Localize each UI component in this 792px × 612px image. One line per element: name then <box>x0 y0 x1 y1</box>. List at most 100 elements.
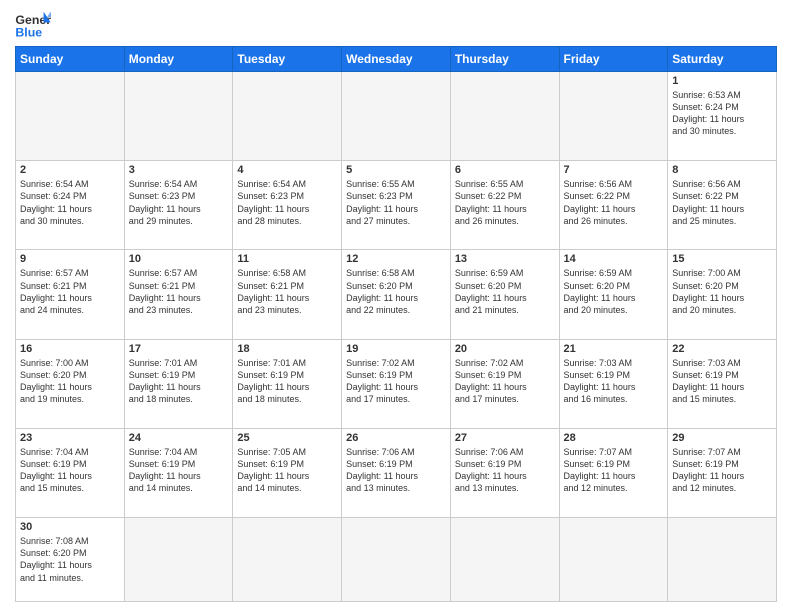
day-content: Sunrise: 6:58 AM Sunset: 6:20 PM Dayligh… <box>346 267 446 316</box>
calendar-cell: 22 Sunrise: 7:03 AM Sunset: 6:19 PM Dayli… <box>668 339 777 428</box>
calendar-day-header: Thursday <box>450 47 559 72</box>
day-number: 30 <box>20 521 120 533</box>
calendar-cell: 30 Sunrise: 7:08 AM Sunset: 6:20 PM Dayli… <box>16 518 125 602</box>
day-number: 12 <box>346 253 446 265</box>
day-number: 16 <box>20 343 120 355</box>
day-content: Sunrise: 7:04 AM Sunset: 6:19 PM Dayligh… <box>20 446 120 495</box>
calendar-week-row: 16 Sunrise: 7:00 AM Sunset: 6:20 PM Dayli… <box>16 339 777 428</box>
day-content: Sunrise: 6:54 AM Sunset: 6:23 PM Dayligh… <box>129 178 229 227</box>
day-content: Sunrise: 6:57 AM Sunset: 6:21 PM Dayligh… <box>20 267 120 316</box>
day-number: 29 <box>672 432 772 444</box>
calendar-cell <box>233 72 342 161</box>
calendar-week-row: 9Sunrise: 6:57 AM Sunset: 6:21 PM Daylig… <box>16 250 777 339</box>
calendar-cell: 20Sunrise: 7:02 AM Sunset: 6:19 PM Dayli… <box>450 339 559 428</box>
day-number: 8 <box>672 164 772 176</box>
day-number: 5 <box>346 164 446 176</box>
day-number: 23 <box>20 432 120 444</box>
calendar-table: SundayMondayTuesdayWednesdayThursdayFrid… <box>15 46 777 602</box>
calendar-cell: 6 Sunrise: 6:55 AM Sunset: 6:22 PM Daylig… <box>450 161 559 250</box>
day-content: Sunrise: 7:01 AM Sunset: 6:19 PM Dayligh… <box>129 357 229 406</box>
day-content: Sunrise: 7:07 AM Sunset: 6:19 PM Dayligh… <box>564 446 664 495</box>
day-content: Sunrise: 7:03 AM Sunset: 6:19 PM Dayligh… <box>564 357 664 406</box>
calendar-week-row: 23 Sunrise: 7:04 AM Sunset: 6:19 PM Dayli… <box>16 428 777 517</box>
calendar-cell: 29 Sunrise: 7:07 AM Sunset: 6:19 PM Dayli… <box>668 428 777 517</box>
day-content: Sunrise: 7:07 AM Sunset: 6:19 PM Dayligh… <box>672 446 772 495</box>
day-content: Sunrise: 7:03 AM Sunset: 6:19 PM Dayligh… <box>672 357 772 406</box>
day-number: 24 <box>129 432 229 444</box>
day-number: 10 <box>129 253 229 265</box>
calendar-cell: 15 Sunrise: 7:00 AM Sunset: 6:20 PM Dayli… <box>668 250 777 339</box>
day-number: 17 <box>129 343 229 355</box>
calendar-cell <box>668 518 777 602</box>
day-content: Sunrise: 6:55 AM Sunset: 6:22 PM Dayligh… <box>455 178 555 227</box>
calendar-day-header: Sunday <box>16 47 125 72</box>
calendar-cell: 27 Sunrise: 7:06 AM Sunset: 6:19 PM Dayli… <box>450 428 559 517</box>
calendar-cell: 10 Sunrise: 6:57 AM Sunset: 6:21 PM Dayli… <box>124 250 233 339</box>
svg-text:Blue: Blue <box>15 25 42 39</box>
calendar-cell <box>559 518 668 602</box>
day-content: Sunrise: 6:54 AM Sunset: 6:23 PM Dayligh… <box>237 178 337 227</box>
day-content: Sunrise: 6:57 AM Sunset: 6:21 PM Dayligh… <box>129 267 229 316</box>
calendar-cell <box>124 518 233 602</box>
day-number: 26 <box>346 432 446 444</box>
day-number: 28 <box>564 432 664 444</box>
calendar-cell: 7Sunrise: 6:56 AM Sunset: 6:22 PM Daylig… <box>559 161 668 250</box>
calendar-day-header: Tuesday <box>233 47 342 72</box>
calendar-cell: 24 Sunrise: 7:04 AM Sunset: 6:19 PM Dayli… <box>124 428 233 517</box>
day-number: 22 <box>672 343 772 355</box>
logo: General Blue <box>15 10 51 40</box>
calendar-cell: 23 Sunrise: 7:04 AM Sunset: 6:19 PM Dayli… <box>16 428 125 517</box>
calendar-cell <box>450 518 559 602</box>
day-content: Sunrise: 7:04 AM Sunset: 6:19 PM Dayligh… <box>129 446 229 495</box>
logo-icon: General Blue <box>15 10 51 40</box>
calendar-header-row: SundayMondayTuesdayWednesdayThursdayFrid… <box>16 47 777 72</box>
day-number: 2 <box>20 164 120 176</box>
day-content: Sunrise: 6:56 AM Sunset: 6:22 PM Dayligh… <box>672 178 772 227</box>
day-number: 11 <box>237 253 337 265</box>
day-content: Sunrise: 7:00 AM Sunset: 6:20 PM Dayligh… <box>20 357 120 406</box>
calendar-cell: 25Sunrise: 7:05 AM Sunset: 6:19 PM Dayli… <box>233 428 342 517</box>
calendar-cell: 11Sunrise: 6:58 AM Sunset: 6:21 PM Dayli… <box>233 250 342 339</box>
calendar-cell: 19 Sunrise: 7:02 AM Sunset: 6:19 PM Dayli… <box>342 339 451 428</box>
calendar-cell: 17 Sunrise: 7:01 AM Sunset: 6:19 PM Dayli… <box>124 339 233 428</box>
day-content: Sunrise: 6:55 AM Sunset: 6:23 PM Dayligh… <box>346 178 446 227</box>
day-content: Sunrise: 6:53 AM Sunset: 6:24 PM Dayligh… <box>672 89 772 138</box>
calendar-cell <box>233 518 342 602</box>
calendar-cell <box>450 72 559 161</box>
calendar-cell: 1 Sunrise: 6:53 AM Sunset: 6:24 PM Daylig… <box>668 72 777 161</box>
day-number: 1 <box>672 75 772 87</box>
calendar-cell: 8 Sunrise: 6:56 AM Sunset: 6:22 PM Daylig… <box>668 161 777 250</box>
calendar-cell <box>16 72 125 161</box>
day-content: Sunrise: 7:02 AM Sunset: 6:19 PM Dayligh… <box>346 357 446 406</box>
day-number: 27 <box>455 432 555 444</box>
day-number: 15 <box>672 253 772 265</box>
day-number: 18 <box>237 343 337 355</box>
calendar-cell <box>124 72 233 161</box>
day-number: 19 <box>346 343 446 355</box>
day-number: 6 <box>455 164 555 176</box>
page: General Blue SundayMondayTuesdayWednesda… <box>0 0 792 612</box>
day-number: 4 <box>237 164 337 176</box>
day-number: 14 <box>564 253 664 265</box>
calendar-cell <box>342 518 451 602</box>
day-content: Sunrise: 6:56 AM Sunset: 6:22 PM Dayligh… <box>564 178 664 227</box>
day-content: Sunrise: 7:00 AM Sunset: 6:20 PM Dayligh… <box>672 267 772 316</box>
calendar-cell: 2Sunrise: 6:54 AM Sunset: 6:24 PM Daylig… <box>16 161 125 250</box>
calendar-cell: 5 Sunrise: 6:55 AM Sunset: 6:23 PM Daylig… <box>342 161 451 250</box>
calendar-cell: 16 Sunrise: 7:00 AM Sunset: 6:20 PM Dayli… <box>16 339 125 428</box>
day-content: Sunrise: 7:06 AM Sunset: 6:19 PM Dayligh… <box>346 446 446 495</box>
day-content: Sunrise: 7:02 AM Sunset: 6:19 PM Dayligh… <box>455 357 555 406</box>
day-number: 13 <box>455 253 555 265</box>
calendar-day-header: Monday <box>124 47 233 72</box>
calendar-week-row: 30 Sunrise: 7:08 AM Sunset: 6:20 PM Dayli… <box>16 518 777 602</box>
day-content: Sunrise: 7:01 AM Sunset: 6:19 PM Dayligh… <box>237 357 337 406</box>
day-content: Sunrise: 7:05 AM Sunset: 6:19 PM Dayligh… <box>237 446 337 495</box>
day-content: Sunrise: 7:06 AM Sunset: 6:19 PM Dayligh… <box>455 446 555 495</box>
calendar-cell <box>559 72 668 161</box>
day-content: Sunrise: 7:08 AM Sunset: 6:20 PM Dayligh… <box>20 535 120 584</box>
calendar-cell: 12 Sunrise: 6:58 AM Sunset: 6:20 PM Dayli… <box>342 250 451 339</box>
day-content: Sunrise: 6:59 AM Sunset: 6:20 PM Dayligh… <box>455 267 555 316</box>
calendar-cell: 9Sunrise: 6:57 AM Sunset: 6:21 PM Daylig… <box>16 250 125 339</box>
calendar-cell: 13 Sunrise: 6:59 AM Sunset: 6:20 PM Dayli… <box>450 250 559 339</box>
calendar-cell <box>342 72 451 161</box>
